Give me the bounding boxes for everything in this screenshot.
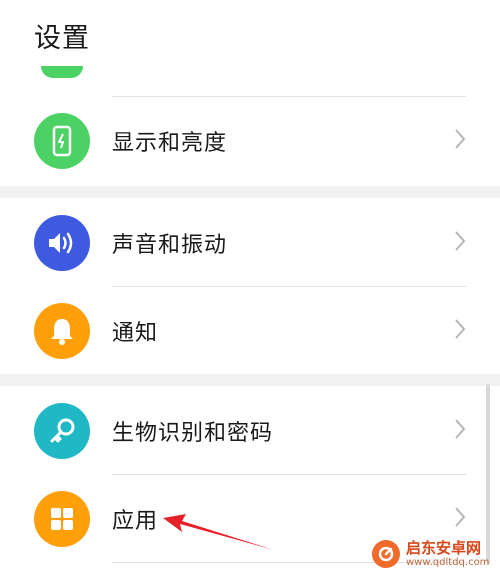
settings-item-label: 声音和振动	[112, 233, 228, 258]
section-gap	[0, 374, 500, 386]
settings-item-sound[interactable]: 声音和振动	[0, 198, 500, 288]
watermark-name: 启东安卓网	[406, 538, 482, 557]
watermark-logo-icon	[372, 540, 400, 568]
settings-item-label: 通知	[112, 321, 159, 346]
grid-icon	[34, 491, 90, 547]
scrollbar[interactable]	[486, 384, 490, 564]
settings-item-display[interactable]: 显示和亮度	[0, 96, 500, 186]
settings-item-label: 生物识别和密码	[112, 421, 274, 446]
phone-brightness-icon	[34, 113, 90, 169]
page-title: 设置	[34, 23, 90, 54]
settings-item-label: 应用	[112, 509, 159, 534]
watermark-url: www.qdltdq.com	[406, 556, 490, 568]
speaker-icon	[34, 215, 90, 271]
chevron-right-icon	[454, 318, 466, 344]
bell-icon	[34, 303, 90, 359]
chevron-right-icon	[454, 506, 466, 532]
chevron-right-icon	[454, 230, 466, 256]
settings-item-notifications[interactable]: 通知	[0, 286, 500, 376]
settings-item-biometrics[interactable]: 生物识别和密码	[0, 386, 500, 476]
key-icon	[34, 403, 90, 459]
chevron-right-icon	[454, 128, 466, 154]
partial-settings-icon	[41, 66, 83, 78]
settings-item-label: 显示和亮度	[112, 131, 228, 156]
watermark: 启东安卓网 www.qdltdq.com	[372, 540, 489, 568]
chevron-right-icon	[454, 418, 466, 444]
red-arrow-annotation	[163, 514, 274, 550]
section-gap	[0, 186, 500, 198]
